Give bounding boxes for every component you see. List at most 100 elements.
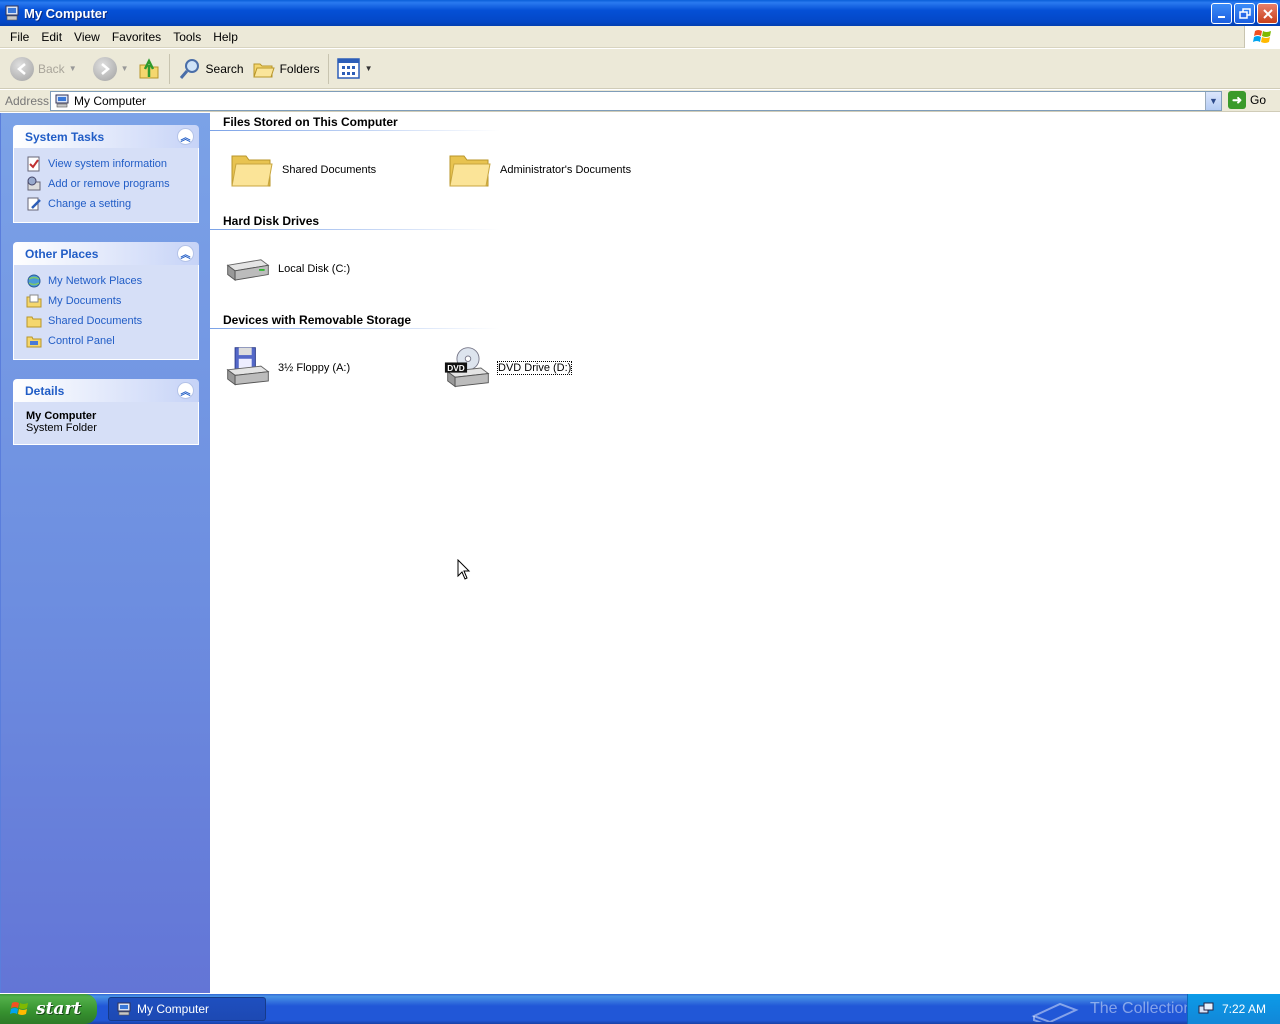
item-local-disk-c[interactable]: Local Disk (C:) xyxy=(224,245,350,293)
place-control-panel[interactable]: Control Panel xyxy=(26,331,188,351)
system-info-icon xyxy=(27,156,40,172)
views-icon xyxy=(336,57,360,79)
start-button[interactable]: start xyxy=(0,994,97,1024)
restore-icon xyxy=(1238,7,1251,19)
back-label: Back xyxy=(38,61,65,76)
clock[interactable]: 7:22 AM xyxy=(1222,1002,1266,1016)
my-computer-icon xyxy=(5,5,19,21)
address-dropdown-button[interactable]: ▼ xyxy=(1205,92,1221,110)
task-label: View system information xyxy=(48,158,168,170)
taskbar-window-my-computer[interactable]: My Computer xyxy=(108,997,266,1021)
menu-bar: File Edit View Favorites Tools Help xyxy=(0,26,1280,48)
toolbar: Back ▼ ▼ Search Folders ▼ xyxy=(0,49,1280,89)
folder-icon xyxy=(449,155,491,187)
task-pane: System Tasks ︽ View system information A… xyxy=(0,113,210,993)
collapse-icon[interactable]: ︽ xyxy=(177,245,194,262)
dvd-badge: DVD xyxy=(447,363,465,373)
details-panel: Details ︽ My Computer System Folder xyxy=(13,379,199,445)
title-bar[interactable]: My Computer xyxy=(0,0,1280,26)
place-label: My Documents xyxy=(48,295,122,307)
network-tray-icon[interactable] xyxy=(1198,1001,1214,1017)
start-label: start xyxy=(36,999,82,1019)
details-item-type: System Folder xyxy=(26,422,97,434)
menu-tools[interactable]: Tools xyxy=(167,30,207,44)
close-button[interactable] xyxy=(1257,3,1278,24)
details-header[interactable]: Details ︽ xyxy=(13,379,199,402)
task-add-remove-programs[interactable]: Add or remove programs xyxy=(26,174,188,194)
network-places-icon xyxy=(27,274,41,288)
group-divider xyxy=(210,328,500,329)
address-input[interactable]: My Computer ▼ xyxy=(50,91,1222,111)
item-label: Local Disk (C:) xyxy=(278,263,351,275)
folders-label: Folders xyxy=(279,61,320,76)
shared-documents-icon xyxy=(26,316,42,328)
folders-icon xyxy=(252,63,275,77)
my-computer-icon xyxy=(117,1002,131,1016)
place-label: Shared Documents xyxy=(48,315,143,327)
up-folder-icon xyxy=(139,57,159,78)
item-floppy-a[interactable]: 3½ Floppy (A:) xyxy=(224,344,350,392)
item-label: Administrator's Documents xyxy=(500,164,632,176)
forward-dropdown-icon[interactable]: ▼ xyxy=(121,64,129,73)
menu-edit[interactable]: Edit xyxy=(35,30,68,44)
other-places-header[interactable]: Other Places ︽ xyxy=(13,242,199,265)
menu-view[interactable]: View xyxy=(68,30,106,44)
item-administrators-documents[interactable]: Administrator's Documents xyxy=(446,146,631,194)
forward-arrow-icon xyxy=(92,56,117,81)
system-tasks-header[interactable]: System Tasks ︽ xyxy=(13,125,199,148)
folder-content[interactable]: Files Stored on This Computer Shared Doc… xyxy=(210,113,1280,993)
place-shared-documents[interactable]: Shared Documents xyxy=(26,311,188,331)
search-label: Search xyxy=(205,61,244,76)
views-dropdown-icon[interactable]: ▼ xyxy=(365,64,373,73)
back-button[interactable]: Back ▼ xyxy=(6,52,81,86)
collapse-icon[interactable]: ︽ xyxy=(177,382,194,399)
go-arrow-icon: ➜ xyxy=(1228,91,1246,109)
item-shared-documents[interactable]: Shared Documents xyxy=(228,146,376,194)
place-my-network-places[interactable]: My Network Places xyxy=(26,271,188,291)
minimize-button[interactable] xyxy=(1211,3,1232,24)
item-label: 3½ Floppy (A:) xyxy=(278,362,351,374)
book-icon xyxy=(1031,1002,1079,1022)
menu-help[interactable]: Help xyxy=(207,30,244,44)
address-label: Address xyxy=(5,93,50,108)
search-icon xyxy=(179,58,199,79)
forward-button[interactable]: ▼ xyxy=(89,52,133,86)
restore-button[interactable] xyxy=(1234,3,1255,24)
add-remove-programs-icon xyxy=(27,176,41,191)
task-label: Change a setting xyxy=(48,198,132,210)
window-title: My Computer xyxy=(24,5,108,21)
views-button[interactable]: ▼ xyxy=(333,52,377,86)
search-button[interactable]: Search xyxy=(174,52,248,86)
address-value: My Computer xyxy=(74,94,147,108)
menu-file[interactable]: File xyxy=(4,30,35,44)
windows-logo-icon xyxy=(10,1002,28,1015)
task-change-setting[interactable]: Change a setting xyxy=(26,194,188,214)
my-computer-icon xyxy=(55,94,69,108)
place-my-documents[interactable]: My Documents xyxy=(26,291,188,311)
group-header: Files Stored on This Computer xyxy=(223,115,398,129)
up-folder-button[interactable] xyxy=(133,52,165,86)
back-dropdown-icon[interactable]: ▼ xyxy=(69,64,77,73)
system-tray: 7:22 AM xyxy=(1187,994,1280,1024)
mouse-cursor-icon xyxy=(457,559,471,580)
folders-button[interactable]: Folders xyxy=(248,52,324,86)
item-dvd-drive-d[interactable]: DVD DVD Drive (D:) xyxy=(444,344,573,392)
system-tasks-title: System Tasks xyxy=(25,129,105,144)
system-tasks-panel: System Tasks ︽ View system information A… xyxy=(13,125,199,223)
change-setting-icon xyxy=(27,197,41,211)
details-item-name: My Computer xyxy=(26,410,97,422)
toolbar-separator xyxy=(327,53,329,84)
chevron-down-icon: ▼ xyxy=(1209,96,1218,106)
item-label: Shared Documents xyxy=(282,164,377,176)
group-divider xyxy=(210,130,500,131)
floppy-drive-icon xyxy=(226,347,270,386)
group-divider xyxy=(210,229,500,230)
collapse-icon[interactable]: ︽ xyxy=(177,128,194,145)
go-label: Go xyxy=(1250,93,1267,107)
task-label: Add or remove programs xyxy=(48,178,170,190)
go-button[interactable]: ➜ Go xyxy=(1228,91,1266,109)
menu-favorites[interactable]: Favorites xyxy=(106,30,167,44)
task-view-system-information[interactable]: View system information xyxy=(26,154,188,174)
item-label: DVD Drive (D:) xyxy=(496,361,573,375)
toolbar-separator xyxy=(168,53,170,84)
